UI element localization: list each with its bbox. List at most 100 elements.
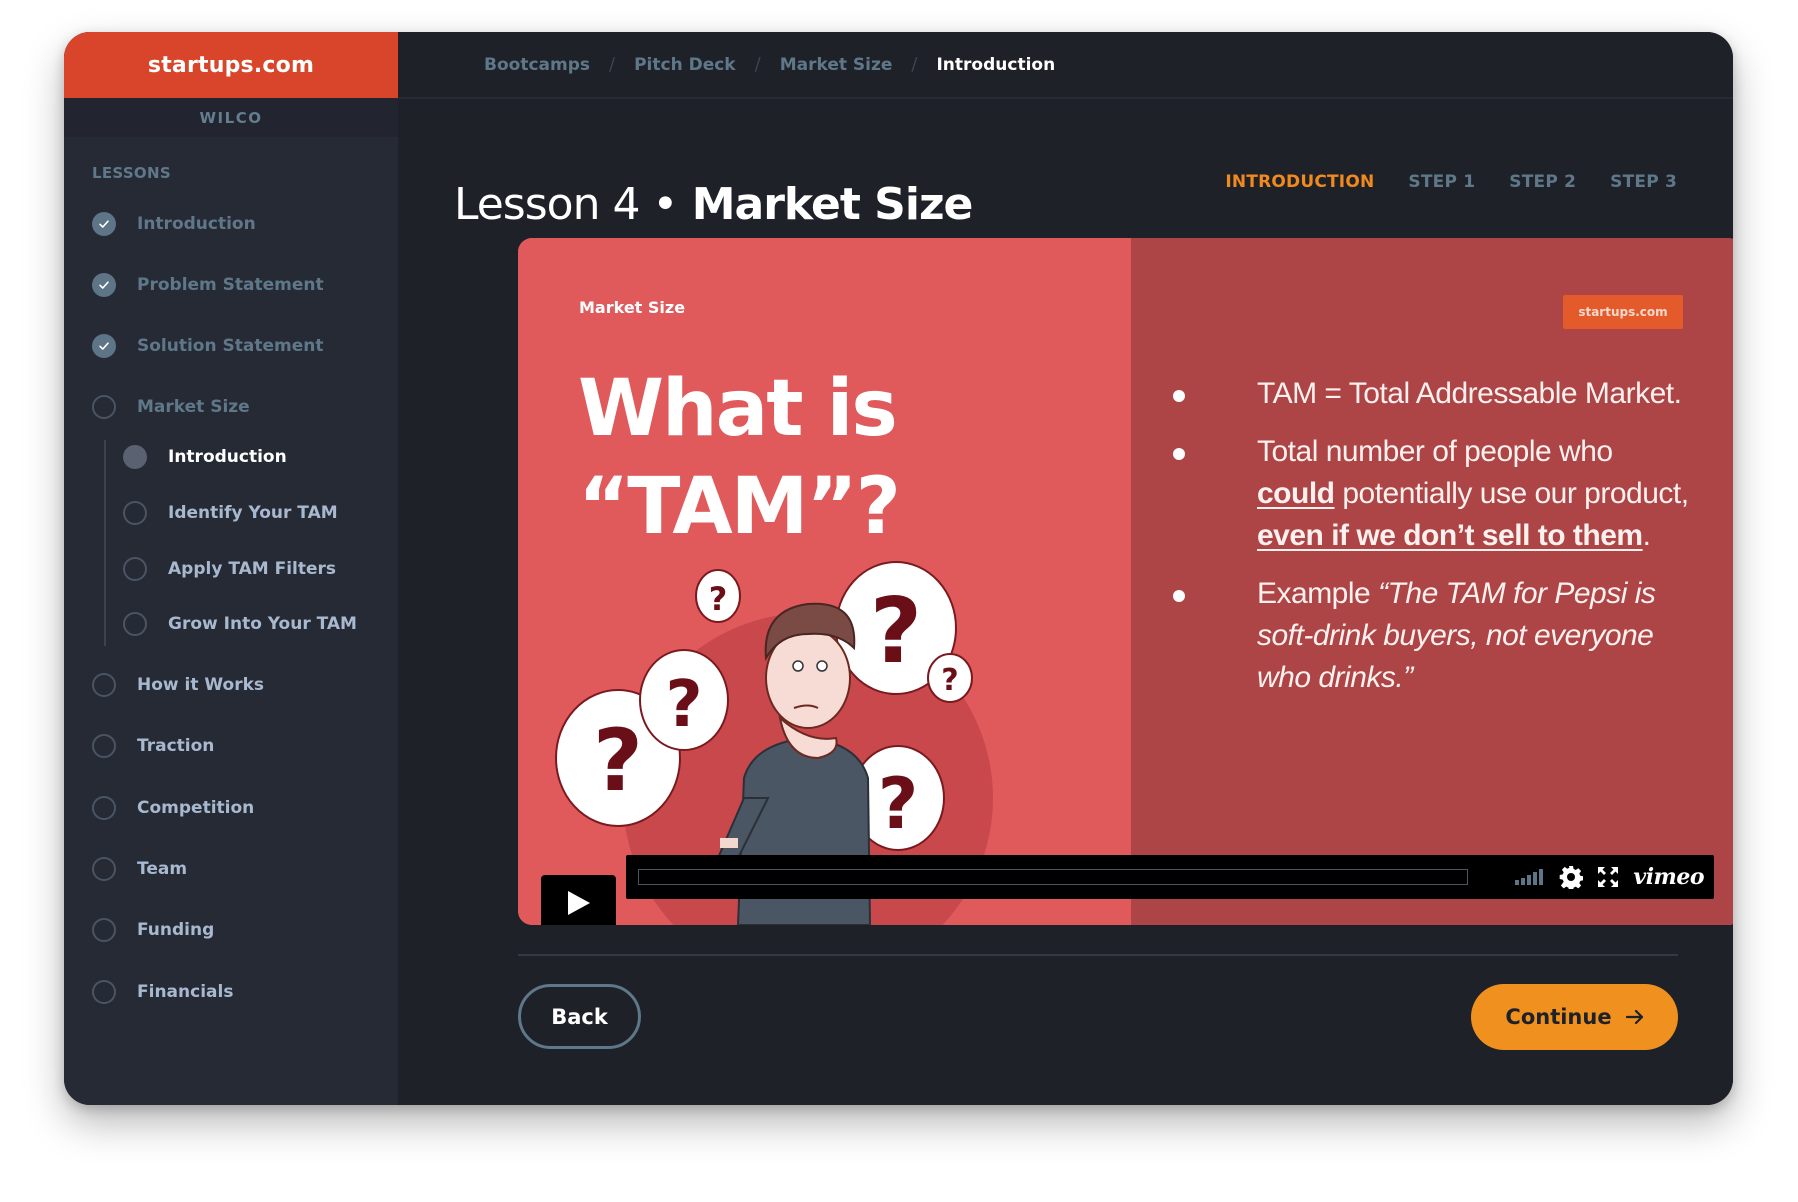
sidebar-item-label: Identify Your TAM [168, 503, 338, 523]
org-label: WILCO [199, 108, 263, 127]
sidebar-subitem-identify-your-tam[interactable]: Identify Your TAM [123, 498, 338, 528]
sidebar-item-label: Team [137, 859, 188, 879]
thinking-man-illustration: ? ? ? ? ? ? [555, 561, 993, 925]
video-controls: vimeo [626, 855, 1714, 899]
svg-text:?: ? [709, 580, 728, 618]
slide-bullet: Example “The TAM for Pepsi is soft-drink… [1171, 573, 1691, 699]
main-content: Bootcamps / Pitch Deck / Market Size / I… [398, 32, 1733, 1105]
sidebar-item-label: Market Size [137, 397, 250, 417]
question-bubble-icon: ? [927, 653, 973, 703]
empty-circle-icon [123, 557, 147, 581]
sidebar-item-traction[interactable]: Traction [92, 731, 214, 761]
bullet-text: TAM = Total Addressable Market. [1257, 377, 1682, 410]
bullet-emphasis: even if we don’t sell to them [1257, 519, 1643, 552]
svg-text:?: ? [878, 763, 919, 845]
lesson-name: Market Size [691, 179, 974, 231]
sidebar-item-label: Apply TAM Filters [168, 559, 337, 579]
progress-bar[interactable] [638, 869, 1468, 885]
breadcrumb-market-size[interactable]: Market Size [780, 55, 893, 75]
continue-button[interactable]: Continue [1471, 984, 1678, 1050]
sidebar-item-how-it-works[interactable]: How it Works [92, 670, 264, 700]
sidebar-subitem-introduction[interactable]: Introduction [123, 442, 287, 472]
sidebar-item-problem-statement[interactable]: Problem Statement [92, 270, 324, 300]
sidebar-item-label: Solution Statement [137, 336, 324, 356]
svg-text:?: ? [665, 668, 702, 742]
sidebar-subitem-grow-into-your-tam[interactable]: Grow Into Your TAM [123, 609, 357, 639]
bullet-text: potentially use our product, [1334, 477, 1689, 510]
play-button[interactable] [541, 875, 616, 925]
slide-bullet: TAM = Total Addressable Market. [1171, 373, 1691, 415]
empty-circle-icon [123, 501, 147, 525]
empty-circle-icon [92, 395, 116, 419]
question-bubble-icon: ? [639, 649, 729, 751]
svg-text:?: ? [593, 711, 643, 811]
step-tabs: INTRODUCTION STEP 1 STEP 2 STEP 3 [1225, 172, 1677, 192]
breadcrumb-current: Introduction [936, 54, 1056, 75]
slide-bullets: TAM = Total Addressable Market. Total nu… [1171, 373, 1691, 715]
breadcrumb: Bootcamps / Pitch Deck / Market Size / I… [398, 32, 1733, 99]
tab-step-3[interactable]: STEP 3 [1610, 172, 1677, 192]
sidebar-item-market-size[interactable]: Market Size [92, 392, 250, 422]
empty-circle-icon [92, 673, 116, 697]
org-bar: WILCO [64, 98, 398, 137]
play-icon [567, 890, 590, 915]
empty-circle-icon [92, 796, 116, 820]
breadcrumb-separator: / [754, 54, 761, 75]
check-icon [92, 212, 116, 236]
sub-items-connector [104, 440, 106, 646]
sidebar-item-label: Grow Into Your TAM [168, 614, 357, 634]
sidebar-item-financials[interactable]: Financials [92, 977, 233, 1007]
logo: startups.com [147, 52, 315, 78]
empty-circle-icon [92, 980, 116, 1004]
empty-circle-icon [92, 918, 116, 942]
check-icon [92, 334, 116, 358]
empty-circle-icon [92, 857, 116, 881]
page-title: Lesson 4 • Market Size [454, 179, 974, 231]
breadcrumb-separator: / [911, 54, 918, 75]
svg-text:?: ? [870, 579, 922, 684]
bullet-text: Total number of people who [1257, 435, 1613, 468]
video-player[interactable]: Market Size What is “TAM”? ? ? ? ? ? ? s… [518, 238, 1733, 925]
bullet-text: Example [1257, 577, 1379, 610]
lesson-number: Lesson 4 • [454, 179, 678, 231]
breadcrumb-pitch-deck[interactable]: Pitch Deck [634, 55, 736, 75]
slide-right-panel: startups.com TAM = Total Addressable Mar… [1131, 238, 1733, 925]
empty-circle-icon [123, 612, 147, 636]
bullet-text: . [1642, 519, 1651, 552]
sidebar-item-label: Introduction [168, 447, 287, 467]
sidebar-subitem-apply-tam-filters[interactable]: Apply TAM Filters [123, 554, 336, 584]
control-icons: vimeo [1515, 855, 1704, 899]
lessons-section-label: LESSONS [92, 164, 171, 182]
breadcrumb-separator: / [609, 54, 616, 75]
sidebar-item-label: Traction [137, 736, 215, 756]
breadcrumb-bootcamps[interactable]: Bootcamps [484, 55, 590, 75]
bullet-emphasis: could [1257, 477, 1335, 510]
sidebar-item-solution-statement[interactable]: Solution Statement [92, 331, 323, 361]
slide-brand-badge: startups.com [1563, 295, 1683, 329]
tab-introduction[interactable]: INTRODUCTION [1225, 172, 1374, 192]
logo-bar[interactable]: startups.com [64, 32, 398, 98]
check-icon [92, 273, 116, 297]
back-label: Back [551, 1004, 608, 1029]
vimeo-logo[interactable]: vimeo [1633, 864, 1704, 890]
back-button[interactable]: Back [518, 984, 641, 1049]
tab-step-1[interactable]: STEP 1 [1408, 172, 1475, 192]
empty-circle-icon [92, 734, 116, 758]
divider [518, 954, 1678, 956]
fullscreen-icon[interactable] [1597, 866, 1619, 888]
sidebar-item-label: Financials [137, 982, 234, 1002]
sidebar-item-introduction[interactable]: Introduction [92, 209, 256, 239]
question-bubble-icon: ? [695, 569, 741, 623]
sidebar-item-team[interactable]: Team [92, 854, 187, 884]
slide-bullet: Total number of people who could potenti… [1171, 431, 1691, 557]
sidebar-item-funding[interactable]: Funding [92, 915, 214, 945]
arrow-right-icon [1625, 1009, 1643, 1025]
tab-step-2[interactable]: STEP 2 [1509, 172, 1576, 192]
sidebar: startups.com WILCO LESSONS Introduction … [64, 32, 398, 1105]
sidebar-item-competition[interactable]: Competition [92, 793, 254, 823]
settings-gear-icon[interactable] [1559, 865, 1584, 889]
volume-bars-icon[interactable] [1515, 869, 1545, 885]
sidebar-item-label: Competition [137, 798, 255, 818]
sidebar-item-label: Funding [137, 920, 215, 940]
app-window: startups.com WILCO LESSONS Introduction … [64, 32, 1733, 1105]
